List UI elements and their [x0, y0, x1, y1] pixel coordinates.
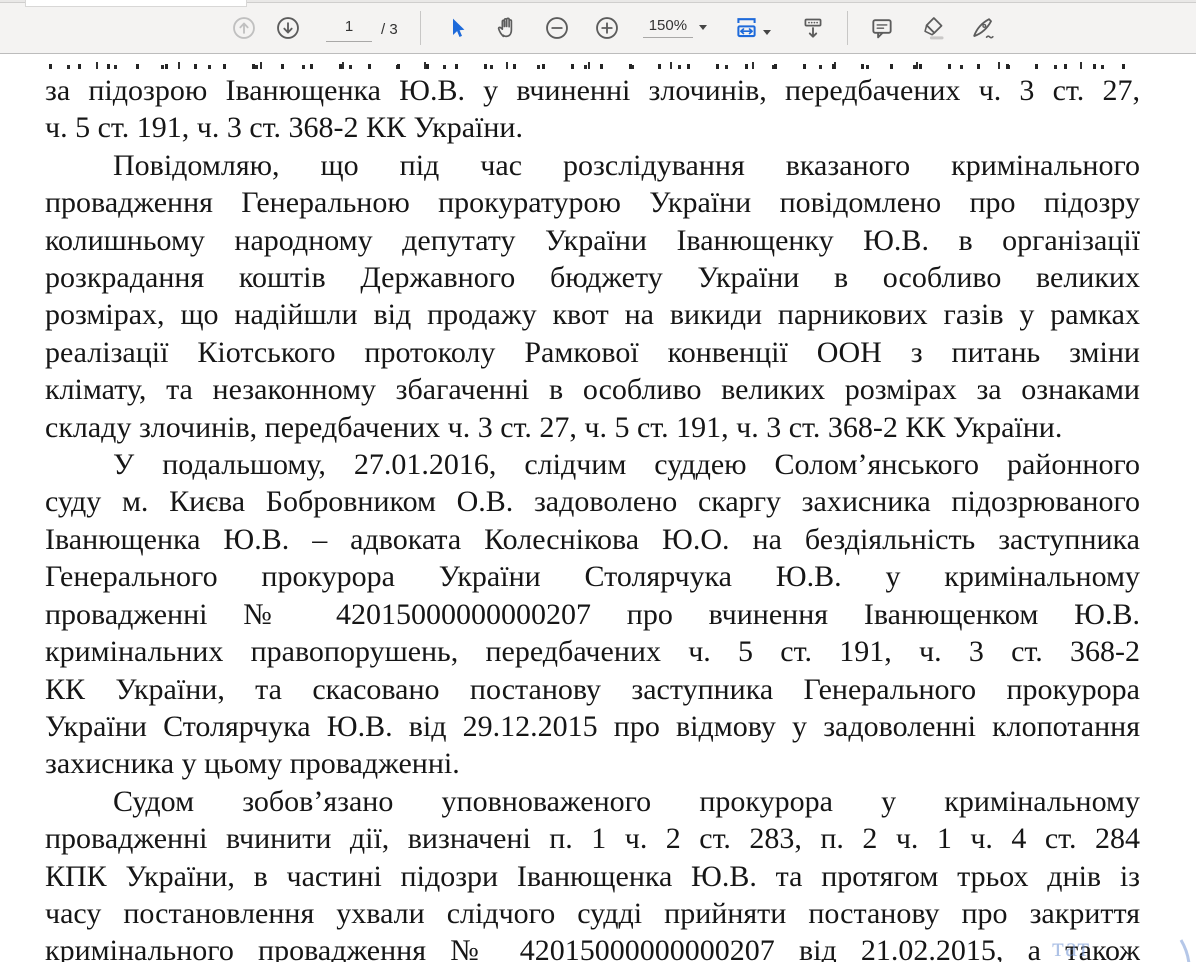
zoom-out-button[interactable]: [539, 10, 575, 46]
paragraph: за підозрою Іванющенка Ю.В. у вчиненні з…: [45, 72, 1140, 147]
hand-tool-button[interactable]: [489, 10, 525, 46]
zoom-level-dropdown[interactable]: 150%: [643, 17, 707, 38]
next-page-button[interactable]: [270, 10, 306, 46]
document-line: реалізації Кіотського протоколу Рамкової…: [45, 334, 1140, 371]
document-line: КК України, та скасовано постанову засту…: [45, 671, 1140, 708]
zoom-in-button[interactable]: [589, 10, 625, 46]
document-line: Генерального прокурора України Столярчук…: [45, 558, 1140, 595]
sign-icon: [969, 14, 996, 41]
page-scrolling-button[interactable]: [795, 10, 831, 46]
document-line: клімату, та незаконному збагаченні в осо…: [45, 371, 1140, 408]
zoom-in-icon: [594, 15, 620, 41]
page-text: за підозрою Іванющенка Ю.В. у вчиненні з…: [0, 56, 1196, 962]
document-line: України Столярчука Ю.В. від 29.12.2015 п…: [45, 708, 1140, 745]
document-line: колишньому народному депутату України Ів…: [45, 222, 1140, 259]
document-line: Судом зобов’язано уповноваженого прокуро…: [45, 783, 1140, 820]
page-number-input[interactable]: [326, 13, 372, 42]
document-line: захисника у цьому провадженні.: [45, 745, 1140, 782]
document-line: провадження Генеральною прокуратурою Укр…: [45, 184, 1140, 221]
document-line: розкрадання коштів Державного бюджету Ук…: [45, 259, 1140, 296]
hand-tool-icon: [494, 15, 519, 40]
document-line: провадженні вчинити дії, визначені п. 1 …: [45, 820, 1140, 857]
document-line: Повідомляю, що під час розслідування вка…: [45, 147, 1140, 184]
toolbar-overlay-edge: [25, 0, 247, 7]
document-line: У подальшому, 27.01.2016, слідчим суддею…: [45, 446, 1140, 483]
page-scrolling-icon: [800, 15, 826, 41]
zoom-out-icon: [544, 15, 570, 41]
document-line: суду м. Києва Бобровником О.В. задоволен…: [45, 483, 1140, 520]
document-line: розмірах, що надійшли від продажу квот н…: [45, 296, 1140, 333]
comment-icon: [869, 15, 895, 41]
select-tool-icon: [445, 16, 469, 40]
document-line: провадженні № 42015000000000207 про вчин…: [45, 596, 1140, 633]
document-line: часу постановлення ухвали слідчого судді…: [45, 895, 1140, 932]
paragraph: У подальшому, 27.01.2016, слідчим суддею…: [45, 446, 1140, 783]
document-line: кримінальних правопорушень, передбачених…: [45, 633, 1140, 670]
clipped-text-line: [49, 56, 1136, 69]
sign-button[interactable]: [964, 10, 1000, 46]
fit-width-icon: [733, 14, 760, 41]
document-line: за підозрою Іванющенка Ю.В. у вчиненні з…: [45, 72, 1140, 109]
document-line: ч. 5 ст. 191, ч. 3 ст. 368-2 КК України.: [45, 109, 1140, 146]
fit-width-button[interactable]: [733, 14, 771, 41]
chevron-down-icon: [699, 25, 707, 30]
page-navigation: / 3: [326, 13, 398, 42]
select-tool-button[interactable]: [439, 10, 475, 46]
highlight-button[interactable]: [914, 10, 950, 46]
page-total-label: / 3: [381, 21, 398, 42]
document-line: Іванющенка Ю.В. – адвоката Колеснікова Ю…: [45, 521, 1140, 558]
highlight-icon: [919, 14, 946, 41]
document-line: кримінального провадження № 420150000000…: [45, 932, 1140, 962]
chevron-down-icon: [763, 30, 771, 35]
document-line: складу злочинів, передбачених ч. 3 ст. 2…: [45, 409, 1140, 446]
comment-button[interactable]: [864, 10, 900, 46]
document-line: КПК України, в частині підозри Іванющенк…: [45, 858, 1140, 895]
document-viewport[interactable]: за підозрою Іванющенка Ю.В. у вчиненні з…: [0, 54, 1196, 962]
zoom-level-value: 150%: [643, 17, 693, 38]
toolbar-separator: [420, 11, 421, 45]
pdf-toolbar: / 3 150%: [0, 0, 1196, 54]
previous-page-icon: [231, 15, 257, 41]
toolbar-separator: [847, 11, 848, 45]
next-page-icon: [275, 15, 301, 41]
paragraph: Судом зобов’язано уповноваженого прокуро…: [45, 783, 1140, 962]
paragraph: Повідомляю, що під час розслідування вка…: [45, 147, 1140, 446]
previous-page-button[interactable]: [226, 10, 262, 46]
